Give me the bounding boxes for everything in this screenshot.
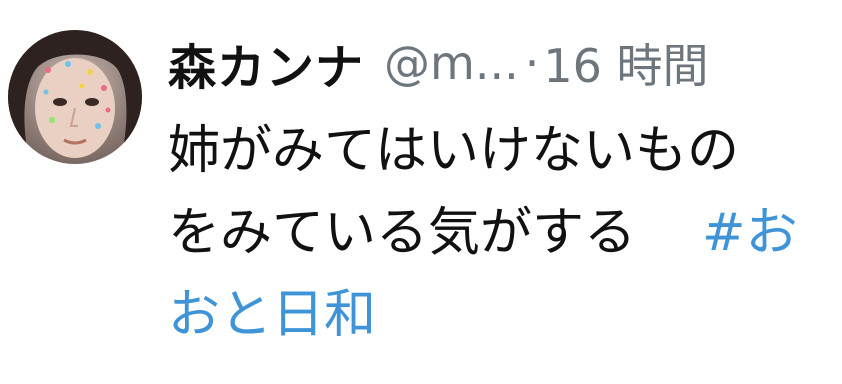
tweet-text-line-1: 姉がみてはいけないもの xyxy=(168,110,842,192)
tweet: 森カンナ @m... · 16 時間 姉がみてはいけないもの をみている気がする… xyxy=(0,0,842,384)
user-handle[interactable]: @m... xyxy=(384,36,519,90)
hashtag-link[interactable]: #お xyxy=(702,203,798,263)
avatar[interactable] xyxy=(8,30,142,164)
tweet-text-segment: 姉がみてはいけないもの xyxy=(168,121,739,181)
tweet-text-line-2: をみている気がする #お xyxy=(168,192,842,274)
tweet-text: 姉がみてはいけないもの をみている気がする #お おと日和 xyxy=(168,110,842,356)
display-name[interactable]: 森カンナ xyxy=(168,28,364,98)
hashtag-link[interactable]: おと日和 xyxy=(168,285,376,345)
tweet-text-segment: をみている気がする xyxy=(168,203,637,263)
avatar-photo xyxy=(8,30,142,164)
tweet-header: 森カンナ @m... · 16 時間 xyxy=(168,28,708,98)
separator: · xyxy=(524,36,540,90)
timestamp[interactable]: 16 時間 xyxy=(543,30,708,96)
tweet-text-line-3: おと日和 xyxy=(168,274,842,356)
